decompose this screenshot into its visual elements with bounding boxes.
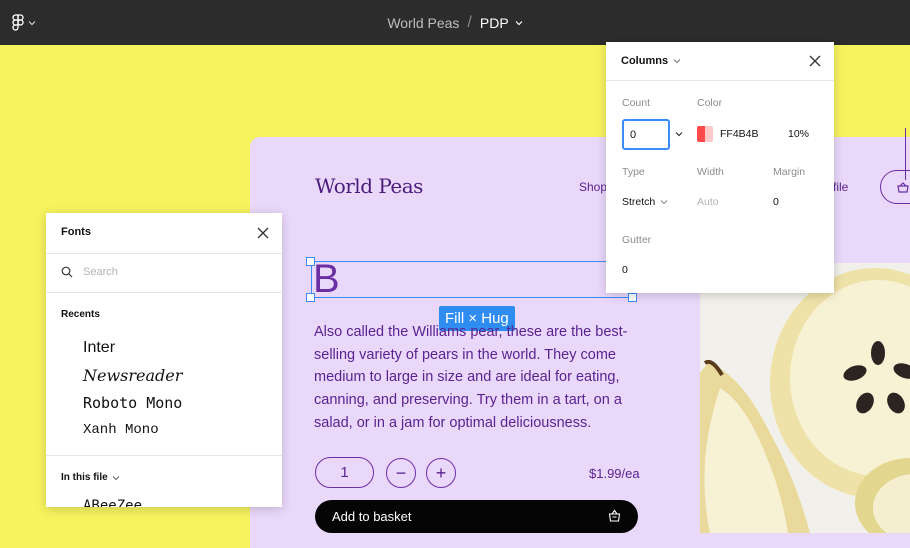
product-heading-text[interactable]: B <box>313 256 340 302</box>
close-icon[interactable] <box>807 53 823 69</box>
nav-link-profile[interactable]: file <box>833 180 848 194</box>
basket-icon <box>608 509 621 522</box>
page-name: PDP <box>479 14 509 31</box>
quantity-field[interactable]: 1 <box>315 457 374 488</box>
add-to-basket-button[interactable]: Add to basket <box>315 500 638 533</box>
page-selector[interactable]: PDP <box>480 15 523 31</box>
gutter-field[interactable]: 0 <box>622 264 628 276</box>
gutter-label: Gutter <box>622 234 652 246</box>
grid-type-dropdown[interactable]: Columns <box>621 55 681 67</box>
product-image <box>700 263 910 533</box>
resize-handle-bottom-left[interactable] <box>306 293 315 302</box>
breadcrumb: World Peas / PDP <box>0 0 910 45</box>
close-icon[interactable] <box>255 225 271 241</box>
chevron-down-icon <box>673 59 681 64</box>
type-dropdown[interactable]: Stretch <box>622 196 668 208</box>
count-label: Count <box>622 97 651 109</box>
resize-handle-bottom-right[interactable] <box>628 293 637 302</box>
font-item-xanh-mono[interactable]: Xanh Mono <box>83 422 159 438</box>
type-label: Type <box>622 166 645 178</box>
width-field[interactable]: Auto <box>697 196 719 208</box>
margin-label: Margin <box>773 166 806 178</box>
recents-label: Recents <box>61 309 100 320</box>
divider <box>46 292 282 293</box>
product-description: Also called the Williams pear, these are… <box>314 324 628 431</box>
chevron-down-icon[interactable] <box>675 131 683 137</box>
color-hex-field[interactable]: FF4B4B <box>720 128 759 140</box>
color-opacity-field[interactable]: 10% <box>788 128 809 140</box>
columns-grid-panel: Columns Count Color 0 FF4B4B 10% Type Wi… <box>606 42 834 293</box>
font-search-input[interactable]: Search <box>83 266 118 278</box>
fonts-panel-title: Fonts <box>61 226 91 238</box>
resize-handle-top-left[interactable] <box>306 257 315 266</box>
search-icon <box>61 266 73 278</box>
nav-link-shop[interactable]: Shop <box>579 180 607 194</box>
width-label: Width <box>697 166 724 178</box>
font-item-newsreader[interactable]: Newsreader <box>83 366 182 385</box>
in-this-file-label: In this file <box>61 472 108 483</box>
increase-quantity-button[interactable]: + <box>426 458 456 488</box>
in-this-file-toggle[interactable]: In this file <box>61 472 120 483</box>
top-toolbar: World Peas / PDP <box>0 0 910 45</box>
decrease-quantity-button[interactable]: − <box>386 458 416 488</box>
font-item-roboto-mono[interactable]: Roboto Mono <box>83 394 182 412</box>
color-label: Color <box>697 97 723 109</box>
cart-button[interactable] <box>880 170 910 204</box>
brand-logo-text: World Peas <box>315 174 423 198</box>
count-input[interactable]: 0 <box>622 119 670 150</box>
margin-field[interactable]: 0 <box>773 196 779 208</box>
fonts-panel: Fonts Search Recents Inter Newsreader Ro… <box>46 213 282 507</box>
font-item-inter[interactable]: Inter <box>83 339 115 357</box>
chevron-down-icon <box>660 200 668 205</box>
file-name[interactable]: World Peas <box>387 15 459 31</box>
basket-icon <box>897 182 909 193</box>
divider <box>46 455 282 456</box>
add-to-basket-label: Add to basket <box>332 509 412 524</box>
divider <box>46 253 282 254</box>
chevron-down-icon <box>515 20 523 25</box>
divider <box>606 80 834 81</box>
columns-panel-title: Columns <box>621 55 669 67</box>
type-value: Stretch <box>622 196 656 208</box>
price-label: $1.99/ea <box>589 466 640 481</box>
color-swatch[interactable] <box>697 126 713 142</box>
font-item-abeezee[interactable]: ABeeZee <box>83 498 142 507</box>
chevron-down-icon <box>112 475 120 480</box>
breadcrumb-separator: / <box>467 13 472 31</box>
